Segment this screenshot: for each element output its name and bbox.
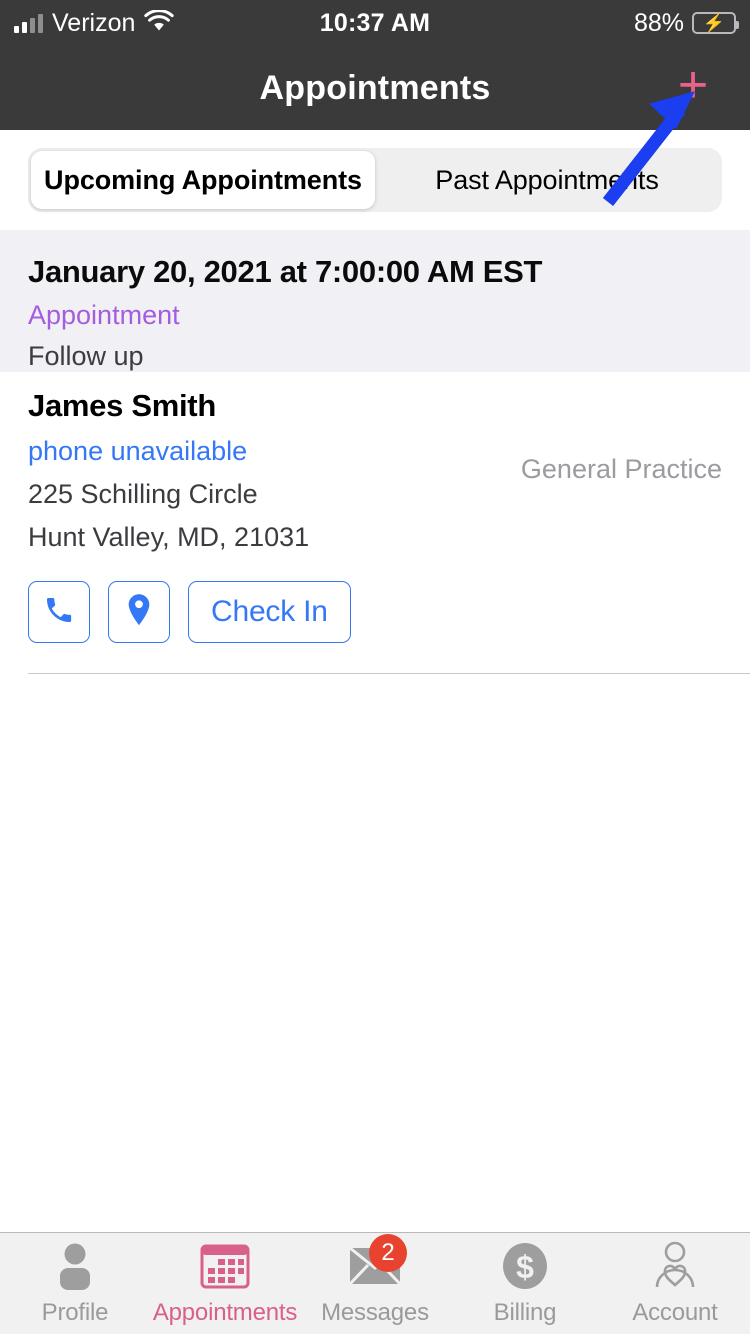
navigation-bar: Appointments + bbox=[0, 46, 750, 130]
segmented-control-container: Upcoming Appointments Past Appointments bbox=[0, 130, 750, 230]
page-title: Appointments bbox=[259, 68, 491, 107]
card-divider bbox=[28, 673, 750, 674]
tab-upcoming-appointments[interactable]: Upcoming Appointments bbox=[31, 151, 375, 209]
person-filled-icon bbox=[47, 1240, 103, 1292]
app-screen: Verizon 10:37 AM 88% ⚡ Appointments + Up bbox=[0, 0, 750, 1334]
tab-messages[interactable]: 2 Messages bbox=[300, 1233, 450, 1334]
appointment-reason: Follow up bbox=[28, 341, 144, 371]
appointments-segmented-control[interactable]: Upcoming Appointments Past Appointments bbox=[28, 148, 722, 212]
tab-past-appointments[interactable]: Past Appointments bbox=[375, 151, 719, 209]
tab-label-billing: Billing bbox=[493, 1299, 557, 1326]
provider-name: James Smith bbox=[28, 388, 216, 423]
battery-percentage: 88% bbox=[633, 8, 684, 37]
provider-specialty: General Practice bbox=[520, 454, 722, 484]
tab-account[interactable]: Account bbox=[600, 1233, 750, 1334]
map-pin-icon bbox=[124, 593, 154, 632]
appointment-header: January 20, 2021 at 7:00:00 AM EST Appoi… bbox=[0, 230, 750, 372]
status-bar-right: 88% ⚡ bbox=[633, 8, 739, 38]
tab-billing[interactable]: $ Billing bbox=[450, 1233, 600, 1334]
provider-info: James Smith phone unavailable 225 Schill… bbox=[28, 388, 722, 553]
add-appointment-button[interactable]: + bbox=[670, 59, 716, 111]
appointment-detail-card: James Smith phone unavailable 225 Schill… bbox=[0, 372, 750, 674]
appointment-actions: Check In bbox=[28, 581, 722, 643]
appointment-type: Appointment bbox=[28, 300, 180, 330]
check-in-button[interactable]: Check In bbox=[188, 581, 351, 643]
tab-label-account: Account bbox=[632, 1299, 718, 1326]
tab-appointments[interactable]: Appointments bbox=[150, 1233, 300, 1334]
dollar-circle-icon: $ bbox=[497, 1240, 553, 1292]
directions-button[interactable] bbox=[108, 581, 170, 643]
bottom-tab-bar: Profile Appointments 2 Messages $ Billin… bbox=[0, 1232, 750, 1334]
envelope-icon: 2 bbox=[347, 1234, 407, 1292]
appointment-datetime: January 20, 2021 at 7:00:00 AM EST bbox=[28, 254, 543, 289]
svg-text:$: $ bbox=[516, 1249, 534, 1285]
battery-charging-icon: ⚡ bbox=[692, 12, 739, 34]
tab-label-messages: Messages bbox=[321, 1299, 429, 1326]
calendar-icon bbox=[197, 1240, 253, 1292]
provider-address-line2: Hunt Valley, MD, 21031 bbox=[28, 522, 310, 552]
messages-unread-badge: 2 bbox=[369, 1234, 407, 1272]
phone-icon bbox=[43, 594, 75, 631]
tab-label-appointments: Appointments bbox=[152, 1299, 298, 1326]
status-bar: Verizon 10:37 AM 88% ⚡ bbox=[0, 0, 750, 46]
person-heart-icon bbox=[647, 1240, 703, 1292]
tab-profile[interactable]: Profile bbox=[0, 1233, 150, 1334]
tab-label-profile: Profile bbox=[41, 1299, 109, 1326]
call-button[interactable] bbox=[28, 581, 90, 643]
